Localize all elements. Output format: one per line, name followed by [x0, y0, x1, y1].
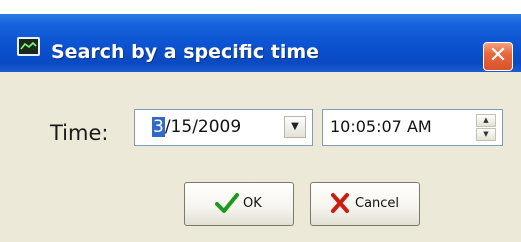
date-dropdown-button[interactable]: ▼	[284, 116, 306, 138]
time-spinner[interactable]: ▲ ▼	[476, 114, 496, 141]
spin-up-button[interactable]: ▲	[476, 114, 496, 127]
time-value[interactable]: 10:05:07 AM	[330, 117, 432, 136]
cancel-button[interactable]: Cancel	[310, 182, 420, 226]
time-label: Time:	[50, 121, 109, 145]
dialog-body: Time: 3/15/2009 ▼ 10:05:07 AM ▲ ▼ OK Can…	[0, 72, 521, 242]
cancel-label: Cancel	[355, 196, 400, 211]
check-icon	[215, 193, 239, 213]
time-picker[interactable]: 10:05:07 AM ▲ ▼	[322, 109, 503, 146]
close-icon: ✕	[488, 43, 508, 68]
date-value[interactable]: 3/15/2009	[152, 117, 241, 137]
ok-button[interactable]: OK	[184, 182, 294, 226]
date-day-year[interactable]: /15/2009	[165, 117, 241, 137]
x-icon	[331, 193, 349, 213]
close-button[interactable]: ✕	[483, 42, 513, 71]
ok-label: OK	[243, 196, 262, 211]
dialog-title: Search by a specific time	[51, 41, 320, 63]
chart-window-icon	[17, 37, 40, 56]
chevron-down-icon: ▼	[291, 121, 299, 132]
arrow-down-icon: ▼	[483, 130, 489, 138]
date-picker[interactable]: 3/15/2009 ▼	[134, 109, 313, 146]
spin-down-button[interactable]: ▼	[476, 128, 496, 141]
dialog-window: Search by a specific time ✕ Time: 3/15/2…	[0, 0, 521, 242]
date-month-selected[interactable]: 3	[152, 117, 165, 137]
title-bar[interactable]: Search by a specific time ✕	[0, 14, 521, 72]
arrow-up-icon: ▲	[483, 116, 489, 124]
